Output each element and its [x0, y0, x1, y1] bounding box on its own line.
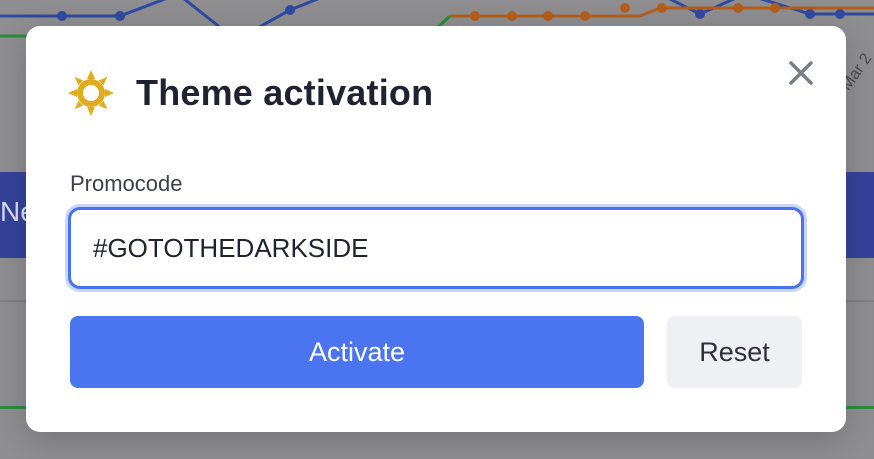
background-series-orange-points — [470, 3, 780, 21]
reset-button[interactable]: Reset — [667, 316, 802, 388]
promocode-label: Promocode — [70, 171, 183, 196]
promocode-input[interactable] — [68, 207, 804, 289]
activate-button[interactable]: Activate — [70, 316, 644, 388]
dialog-header: Theme activation — [68, 70, 433, 116]
theme-activation-dialog: Theme activation Promocode Activate Rese… — [26, 26, 846, 432]
close-icon[interactable] — [786, 58, 816, 88]
dialog-title: Theme activation — [136, 72, 434, 113]
sun-icon — [68, 70, 114, 116]
